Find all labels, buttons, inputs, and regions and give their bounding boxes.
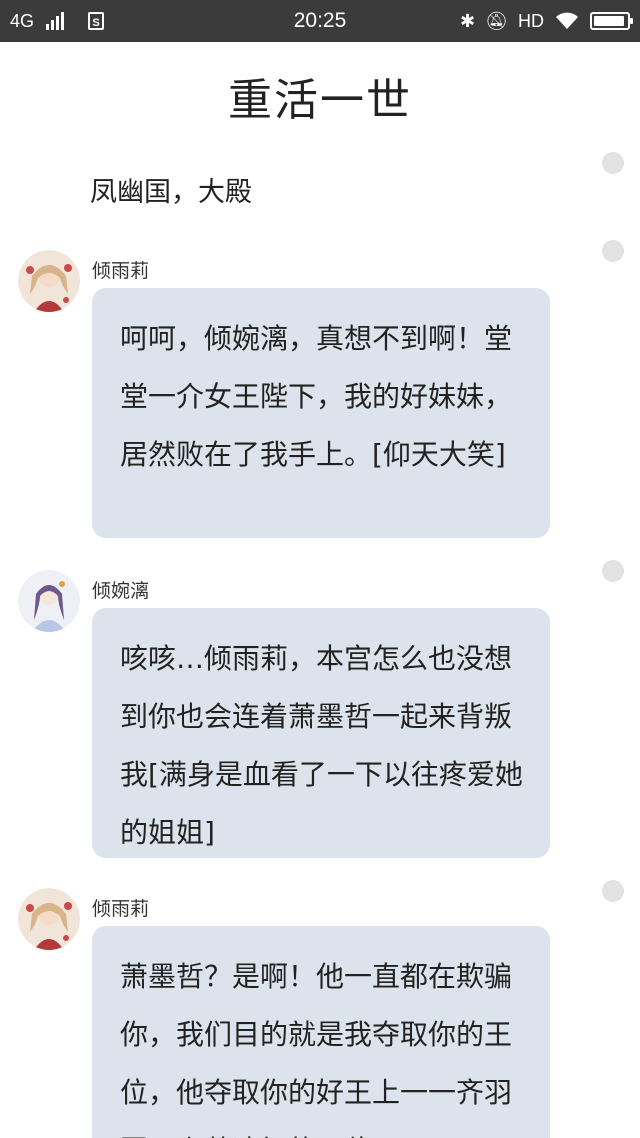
avatar[interactable] <box>18 250 80 312</box>
wifi-icon <box>556 12 578 29</box>
scene-text: 凤幽国，大殿 <box>90 177 252 208</box>
paragraph-dot[interactable] <box>602 152 624 174</box>
battery-icon <box>590 12 633 30</box>
message-bubble: 萧墨哲？是啊！他一直都在欺骗你，我们目的就是我夺取你的王位，他夺取你的好王上一一… <box>92 926 550 1138</box>
speaker-name: 倾雨莉 <box>92 260 150 282</box>
battery-fill <box>594 16 625 26</box>
status-bar: 4G S 20:25 ✱ 🔕︎ HD <box>0 0 640 42</box>
paragraph-dot[interactable] <box>602 240 624 262</box>
bluetooth-icon: ✱ <box>460 10 476 31</box>
status-right: ✱ 🔕︎ HD <box>460 0 633 42</box>
speaker-name: 倾雨莉 <box>92 898 150 920</box>
mute-icon: 🔕︎ <box>485 10 508 31</box>
paragraph-dot[interactable] <box>602 560 624 582</box>
speaker-name: 倾婉漓 <box>92 580 150 602</box>
message-bubble: 呵呵，倾婉漓，真想不到啊！堂堂一介女王陛下，我的好妹妹，居然败在了我手上。[仰天… <box>92 288 550 538</box>
avatar[interactable] <box>18 570 80 632</box>
page-title: 重活一世 <box>228 75 412 126</box>
hd-badge: HD <box>518 10 544 31</box>
message-bubble: 咳咳…倾雨莉，本宫怎么也没想到你也会连着萧墨哲一起来背叛我[满身是血看了一下以往… <box>92 608 550 858</box>
avatar-image <box>18 888 80 950</box>
avatar-image <box>18 570 80 632</box>
avatar-image <box>18 250 80 312</box>
avatar[interactable] <box>18 888 80 950</box>
paragraph-dot[interactable] <box>602 880 624 902</box>
